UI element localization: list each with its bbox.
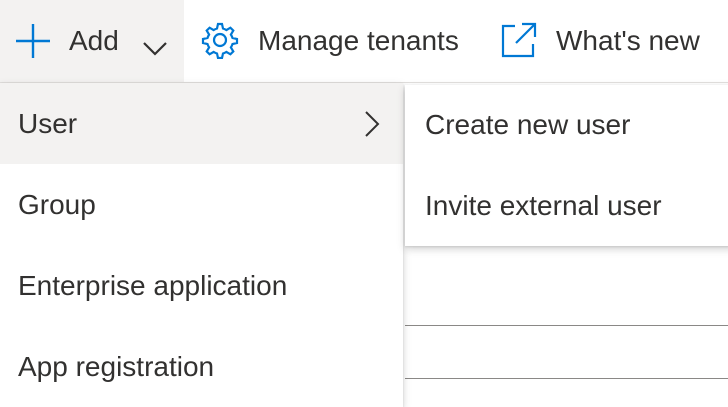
submenu-item-create-new-user[interactable]: Create new user <box>405 85 728 165</box>
menu-item-user[interactable]: User <box>0 83 403 164</box>
whats-new-label: What's new <box>556 25 700 56</box>
whats-new-button[interactable]: What's new <box>500 0 720 82</box>
menu-item-label: User <box>18 108 78 139</box>
menu-item-group[interactable]: Group <box>0 164 403 245</box>
plus-icon <box>14 22 52 67</box>
menu-item-app-registration[interactable]: App registration <box>0 326 403 407</box>
divider <box>405 378 728 379</box>
menu-item-label: App registration <box>18 351 215 382</box>
add-button-label: Add <box>69 25 119 56</box>
submenu-item-label: Create new user <box>425 109 631 140</box>
chevron-down-icon[interactable] <box>142 32 168 64</box>
user-submenu: Create new user Invite external user <box>405 85 728 246</box>
submenu-item-label: Invite external user <box>425 190 662 221</box>
divider <box>405 325 728 326</box>
external-link-icon <box>500 21 538 66</box>
gear-icon <box>201 21 239 66</box>
submenu-item-invite-external-user[interactable]: Invite external user <box>405 166 728 246</box>
chevron-right-icon <box>364 110 380 143</box>
menu-item-label: Enterprise application <box>18 270 288 301</box>
command-bar: Add Manage tenants What's new <box>0 0 728 83</box>
manage-tenants-label: Manage tenants <box>258 25 459 56</box>
menu-item-enterprise-application[interactable]: Enterprise application <box>0 245 403 326</box>
manage-tenants-button[interactable]: Manage tenants <box>201 0 481 82</box>
add-button[interactable]: Add <box>0 0 184 82</box>
add-dropdown-menu: User Group Enterprise application App re… <box>0 83 403 407</box>
menu-item-label: Group <box>18 189 96 220</box>
